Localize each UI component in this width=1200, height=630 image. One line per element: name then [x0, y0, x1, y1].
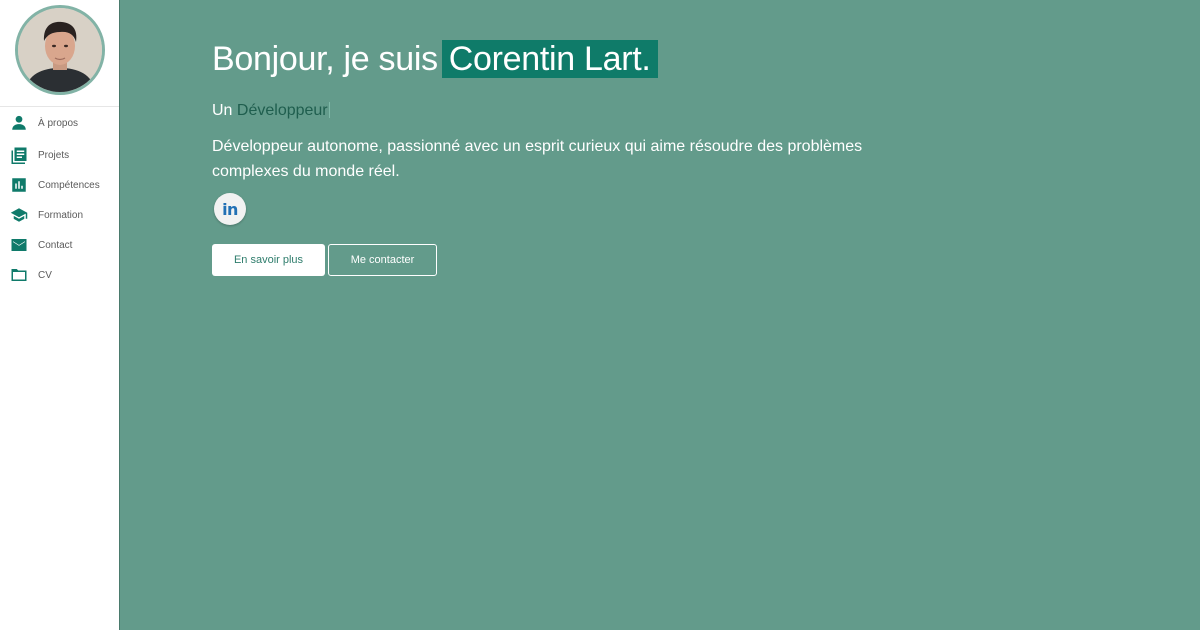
- linkedin-link[interactable]: in: [214, 193, 246, 225]
- page-title: Bonjour, je suis Corentin Lart.: [212, 38, 658, 81]
- sidebar-item-contact[interactable]: Contact: [0, 230, 119, 260]
- avatar-container: [0, 0, 119, 107]
- description-text: Développeur autonome, passionné avec un …: [212, 138, 863, 180]
- hero-section: Bonjour, je suis Corentin Lart. Un Dévelo…: [120, 0, 1200, 630]
- list-icon: [10, 146, 28, 164]
- avatar[interactable]: [15, 5, 105, 95]
- sidebar-item-label: À propos: [38, 117, 79, 129]
- linkedin-icon: in: [222, 199, 238, 219]
- name-highlight: Corentin Lart.: [441, 40, 658, 78]
- avatar-photo: [18, 8, 102, 92]
- role-line: Un Développeur: [212, 102, 330, 120]
- sidebar-item-formation[interactable]: Formation: [0, 200, 119, 230]
- sidebar-item-a-propos[interactable]: À propos: [0, 108, 119, 138]
- sidebar-item-label: Compétences: [38, 179, 100, 191]
- typing-caret: [328, 102, 330, 118]
- sidebar: À propos Projets Compétences Formation C…: [0, 0, 120, 630]
- sidebar-item-cv[interactable]: CV: [0, 260, 119, 290]
- sidebar-item-label: Formation: [38, 209, 84, 221]
- sidebar-item-label: Projets: [38, 149, 70, 161]
- folder-icon: [10, 266, 28, 284]
- role-prefix: Un: [212, 102, 233, 119]
- greeting-text: Bonjour, je suis: [212, 40, 438, 78]
- mail-icon: [10, 236, 28, 254]
- contact-button[interactable]: Me contacter: [328, 244, 437, 276]
- sidebar-item-projets[interactable]: Projets: [0, 140, 119, 170]
- typed-role: Développeur: [236, 102, 328, 119]
- learn-more-button[interactable]: En savoir plus: [212, 244, 325, 276]
- person-icon: [10, 114, 28, 132]
- graduation-cap-icon: [10, 206, 28, 224]
- bar-chart-icon: [10, 176, 28, 194]
- sidebar-item-label: Contact: [38, 239, 73, 251]
- sidebar-nav: À propos Projets Compétences Formation C…: [0, 110, 119, 290]
- sidebar-item-competences[interactable]: Compétences: [0, 170, 119, 200]
- sidebar-item-label: CV: [38, 269, 52, 281]
